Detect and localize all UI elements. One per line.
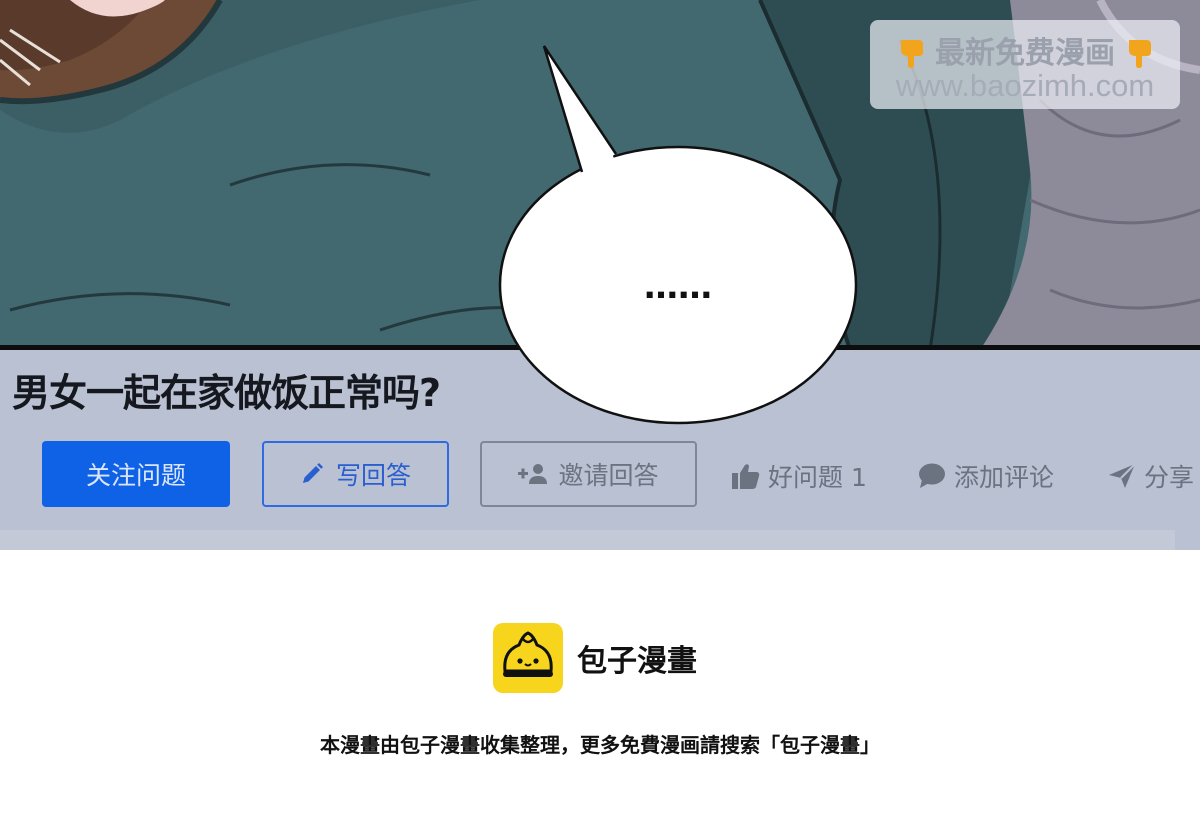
watermark-line-1-text: 最新免费漫画 [935,36,1115,71]
comic-panel: 男女一起在家做饭正常吗? 关注问题 写回答 邀请回答 好问题 1 添加评论 分享… [0,0,1200,550]
good-question-label: 好问题 1 [768,463,867,492]
share-arrow-icon [1109,463,1136,488]
invite-answer-button[interactable]: 邀请回答 [480,441,697,507]
share-label: 分享 [1144,463,1195,492]
follow-question-button[interactable]: 关注问题 [42,441,230,507]
watermark-line-1: 最新免费漫画 [870,28,1180,72]
brand-name: 包子漫畫 [577,644,697,679]
pencil-icon [302,463,323,483]
add-comment-button[interactable]: 添加评论 [918,456,1054,496]
thumbs-up-icon [732,464,760,489]
bun-logo-icon [493,623,563,693]
question-card-footer-strip [0,530,1175,550]
share-button[interactable]: 分享 [1108,456,1194,496]
follow-question-label: 关注问题 [85,461,186,490]
write-answer-button[interactable]: 写回答 [262,441,449,507]
add-user-icon [518,464,548,484]
watermark-url: www.baozimh.com [895,68,1155,103]
footer-notice: 本漫畫由包子漫畫收集整理，更多免費漫画請搜索「包子漫畫」 [320,733,880,757]
invite-answer-label: 邀请回答 [558,461,659,490]
add-comment-label: 添加评论 [954,463,1055,492]
pointing-hand-icon [900,40,923,68]
brand-lockup[interactable]: 包子漫畫 [493,623,697,693]
comment-icon [919,463,945,488]
speech-bubble-text: …… [644,267,712,307]
good-question-button[interactable]: 好问题 1 [732,456,867,496]
write-answer-label: 写回答 [335,461,411,490]
pointing-hand-icon [1129,40,1152,68]
watermark-badge: 最新免费漫画 www.baozimh.com [870,20,1180,109]
